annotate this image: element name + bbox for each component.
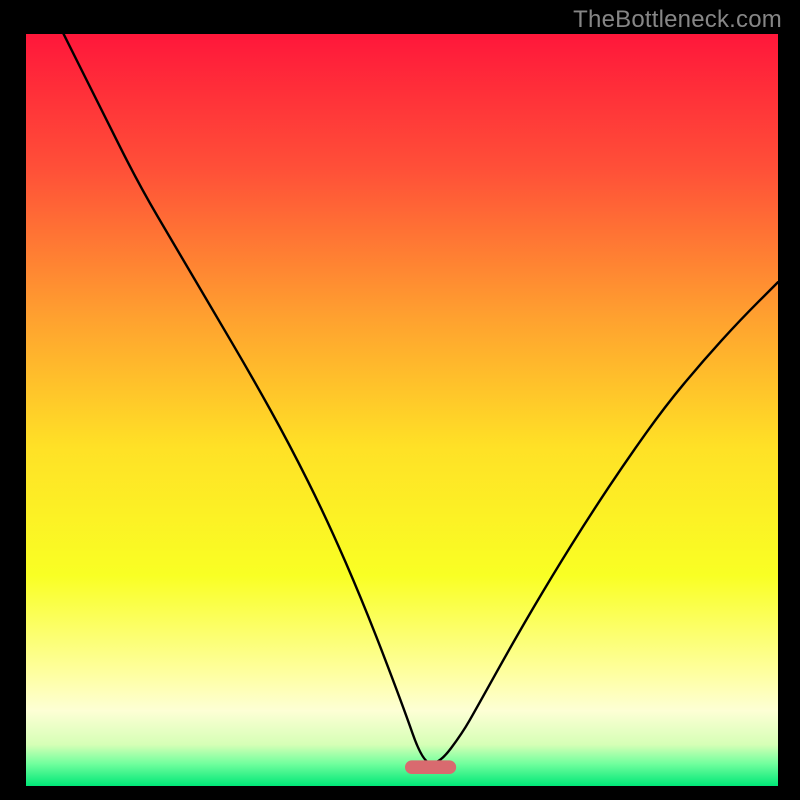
optimal-marker — [405, 760, 456, 774]
chart-svg — [26, 34, 778, 786]
gradient-background — [26, 34, 778, 786]
watermark-text: TheBottleneck.com — [573, 6, 782, 34]
bottleneck-chart: TheBottleneck.com — [0, 0, 800, 800]
